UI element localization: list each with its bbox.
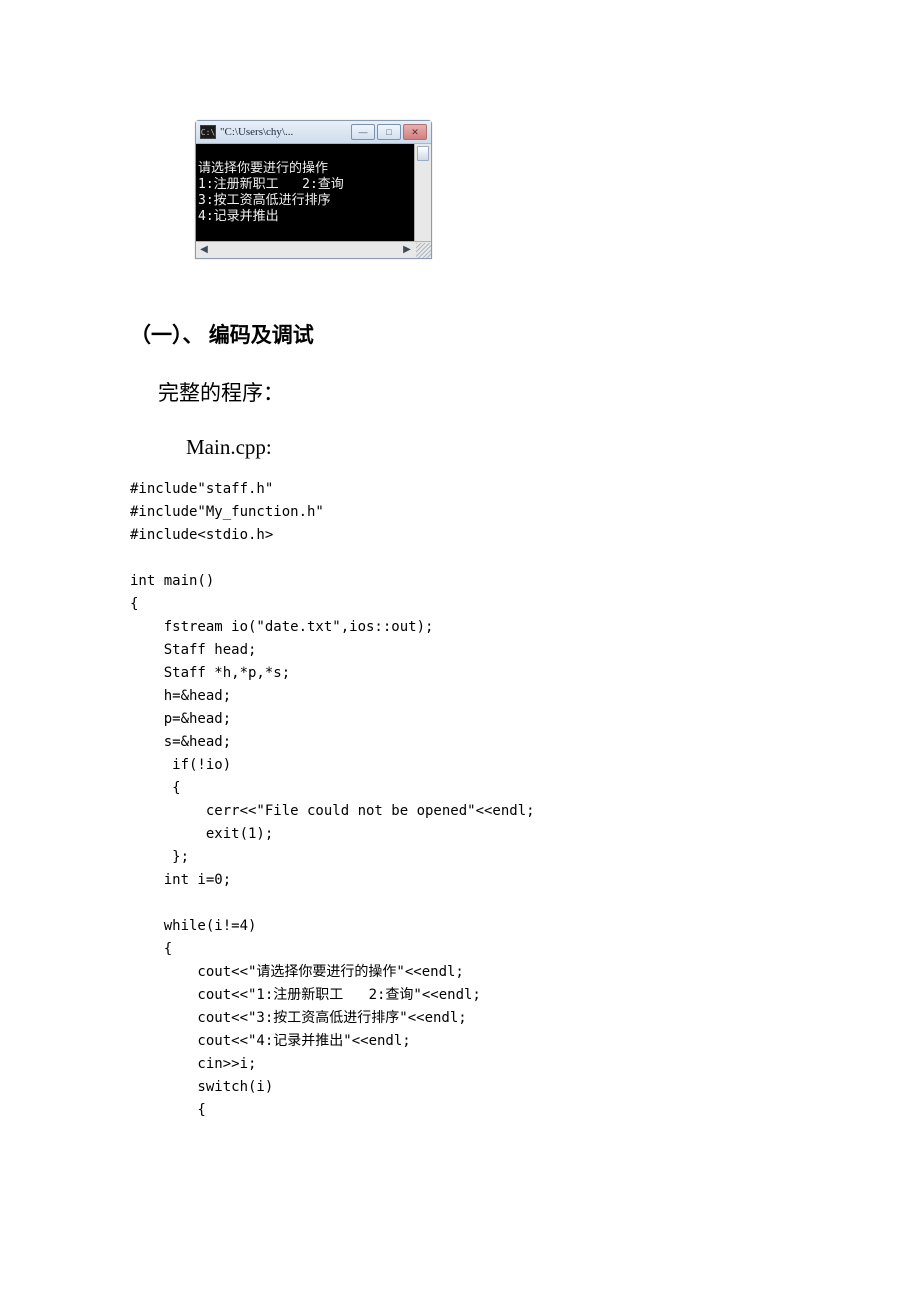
console-line: 4:记录并推出 (198, 209, 279, 224)
section-heading: （一）、 编码及调试 (130, 319, 790, 349)
section-subheading: 完整的程序： (158, 377, 790, 407)
console-title: "C:\Users\chy\... (220, 126, 351, 138)
scroll-right-icon[interactable]: ▶ (399, 242, 415, 257)
horizontal-scrollbar[interactable]: ◀ ▶ (196, 241, 431, 258)
resize-grip-icon[interactable] (416, 243, 431, 258)
console-line: 1:注册新职工 2:查询 (198, 177, 344, 192)
cmd-icon: C:\ (200, 125, 216, 139)
scroll-left-icon[interactable]: ◀ (196, 242, 212, 257)
section-heading-text: （一）、 编码及调试 (130, 323, 314, 347)
scroll-thumb[interactable] (417, 146, 429, 161)
code-filename: Main.cpp: (186, 435, 790, 460)
minimize-button[interactable]: — (351, 124, 375, 140)
code-block: #include"staff.h" #include"My_function.h… (130, 478, 790, 1122)
console-window: C:\ "C:\Users\chy\... — □ ✕ 请选择你要进行的操作 1… (195, 120, 432, 259)
maximize-button[interactable]: □ (377, 124, 401, 140)
console-body: 请选择你要进行的操作 1:注册新职工 2:查询 3:按工资高低进行排序 4:记录… (196, 144, 431, 241)
window-buttons: — □ ✕ (351, 124, 427, 140)
console-line: 3:按工资高低进行排序 (198, 193, 331, 208)
vertical-scrollbar[interactable] (414, 144, 431, 241)
console-line: 请选择你要进行的操作 (198, 161, 328, 176)
document-page: C:\ "C:\Users\chy\... — □ ✕ 请选择你要进行的操作 1… (0, 0, 920, 1182)
close-button[interactable]: ✕ (403, 124, 427, 140)
console-titlebar: C:\ "C:\Users\chy\... — □ ✕ (196, 121, 431, 144)
